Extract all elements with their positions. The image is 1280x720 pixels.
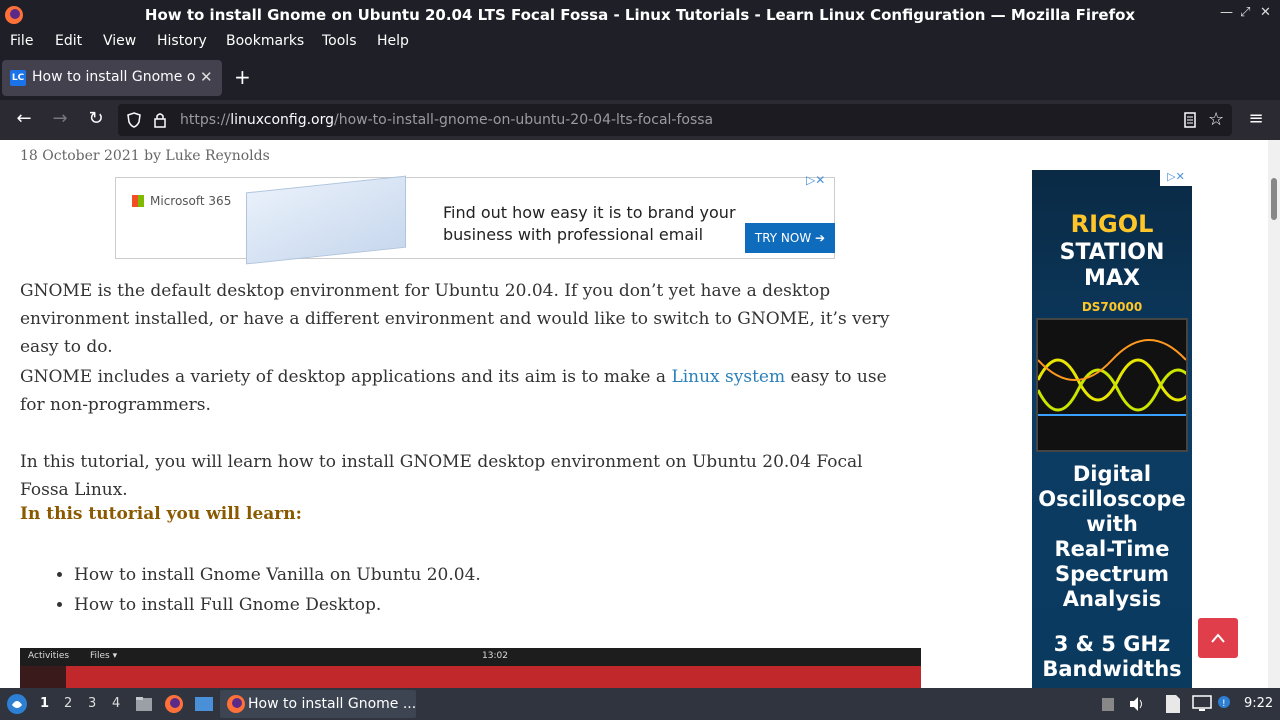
rigol-logo: RIGOL <box>1070 210 1154 238</box>
menu-bar: File Edit View History Bookmarks Tools H… <box>0 30 1280 56</box>
ad-headline: Digital Oscilloscope with Real-Time Spec… <box>1038 462 1186 611</box>
forward-icon[interactable]: → <box>48 108 72 129</box>
paragraph-3: In this tutorial, you will learn how to … <box>20 452 863 500</box>
volume-icon[interactable] <box>1128 695 1146 713</box>
back-icon[interactable]: ← <box>12 108 36 129</box>
reload-icon[interactable]: ↻ <box>84 108 108 129</box>
file-manager-icon[interactable] <box>134 694 154 714</box>
desktop-icon[interactable] <box>194 694 214 714</box>
screenshot-clock-label: 13:02 <box>482 651 508 661</box>
ad-choices-icon[interactable]: ▷✕ <box>1160 170 1192 186</box>
gnome-topbar: Activities Files ▾ 13:02 <box>20 648 921 666</box>
paragraph-1: GNOME is the default desktop environment… <box>20 281 890 357</box>
firefox-icon <box>227 695 245 713</box>
minimize-icon[interactable]: — <box>1220 5 1233 20</box>
menu-file[interactable]: File <box>10 33 33 49</box>
menu-history[interactable]: History <box>157 33 207 49</box>
shield-icon[interactable] <box>126 112 142 128</box>
taskbar: 1 2 3 4 How to install Gnome ... ! 9:22 <box>0 688 1280 720</box>
taskbar-clock: 9:22 <box>1244 696 1274 711</box>
chevron-up-icon <box>1211 633 1225 643</box>
article-meta: 18 October 2021 by Luke Reynolds <box>20 148 270 164</box>
page-content: 18 October 2021 by Luke Reynolds Microso… <box>0 140 1268 688</box>
tab-label: How to install Gnome on Ubuntu 20.04 LTS… <box>32 69 196 85</box>
learn-list: How to install Gnome Vanilla on Ubuntu 2… <box>74 560 481 620</box>
ad-banner-top[interactable]: Microsoft 365 Find out how easy it is to… <box>115 173 835 265</box>
list-item: How to install Full Gnome Desktop. <box>74 590 481 620</box>
close-window-icon[interactable]: ✕ <box>1260 5 1271 20</box>
ad-product-name: STATION MAX <box>1059 240 1165 291</box>
page-scrollbar[interactable] <box>1268 140 1280 688</box>
workspace-1[interactable]: 1 <box>40 696 49 711</box>
ad-model: DS70000 <box>1081 300 1143 314</box>
microsoft-logo-icon <box>132 195 144 207</box>
updates-icon[interactable]: ! <box>1216 694 1236 714</box>
scrollbar-thumb[interactable] <box>1271 178 1277 220</box>
menu-view[interactable]: View <box>103 33 136 49</box>
screenshot-dock <box>20 666 66 688</box>
ad-bandwidth: 3 & 5 GHz Bandwidths <box>1042 632 1182 681</box>
learn-heading: In this tutorial you will learn: <box>20 504 302 524</box>
navigation-toolbar: ← → ↻ https://linuxconfig.org/how-to-ins… <box>0 100 1280 140</box>
linux-system-link[interactable]: Linux system <box>671 367 785 387</box>
list-item: How to install Gnome Vanilla on Ubuntu 2… <box>74 560 481 590</box>
paragraph-2: GNOME includes a variety of desktop appl… <box>20 367 887 415</box>
ad-choices-icon[interactable]: ▷✕ <box>806 173 825 187</box>
microsoft-logo: Microsoft 365 <box>132 194 231 208</box>
tab-active[interactable]: LC How to install Gnome on Ubuntu 20.04 … <box>2 60 222 96</box>
window-titlebar: How to install Gnome on Ubuntu 20.04 LTS… <box>0 0 1280 30</box>
taskbar-window-label: How to install Gnome ... <box>248 696 417 712</box>
reader-view-icon[interactable] <box>1182 112 1198 128</box>
ad-screenshot-image <box>246 175 406 265</box>
lock-icon[interactable] <box>152 112 168 128</box>
hamburger-menu-icon[interactable]: ≡ <box>1244 108 1268 129</box>
ad-copy: Find out how easy it is to brand your bu… <box>443 203 736 244</box>
firefox-launcher-icon[interactable] <box>164 694 184 714</box>
new-tab-icon[interactable]: + <box>234 65 251 89</box>
tab-bar: LC How to install Gnome on Ubuntu 20.04 … <box>0 56 1280 100</box>
workspace-3[interactable]: 3 <box>88 696 96 711</box>
start-menu-icon[interactable] <box>6 693 28 715</box>
url-text[interactable]: https://linuxconfig.org/how-to-install-g… <box>180 112 713 128</box>
window-title: How to install Gnome on Ubuntu 20.04 LTS… <box>144 6 1136 24</box>
tray-clipboard-icon[interactable] <box>1100 696 1116 712</box>
oscilloscope-image <box>1036 318 1188 452</box>
try-now-button[interactable]: TRY NOW ➔ <box>745 223 835 253</box>
address-bar[interactable]: https://linuxconfig.org/how-to-install-g… <box>118 104 1232 136</box>
workspace-4[interactable]: 4 <box>112 696 120 711</box>
site-favicon-icon: LC <box>10 70 26 86</box>
taskbar-window-firefox[interactable]: How to install Gnome ... <box>220 690 416 718</box>
svg-text:!: ! <box>1222 699 1226 709</box>
bookmark-star-icon[interactable]: ☆ <box>1208 109 1224 130</box>
maximize-icon[interactable]: ⤢ <box>1240 5 1250 20</box>
article-screenshot-image: Activities Files ▾ 13:02 <box>20 648 921 688</box>
screenshot-files-label: Files ▾ <box>90 651 118 661</box>
workspace-2[interactable]: 2 <box>64 696 72 711</box>
ad-banner-side[interactable]: ▷✕ RIGOL STATION MAX DS70000 Digital Osci… <box>1032 170 1192 688</box>
scroll-to-top-button[interactable] <box>1198 618 1238 658</box>
menu-help[interactable]: Help <box>377 33 409 49</box>
menu-bookmarks[interactable]: Bookmarks <box>226 33 304 49</box>
screenshot-activities-label: Activities <box>28 651 70 661</box>
close-tab-icon[interactable]: ✕ <box>200 68 213 86</box>
notes-icon[interactable] <box>1164 694 1182 714</box>
display-icon[interactable] <box>1192 695 1212 713</box>
menu-edit[interactable]: Edit <box>55 33 82 49</box>
menu-tools[interactable]: Tools <box>322 33 357 49</box>
